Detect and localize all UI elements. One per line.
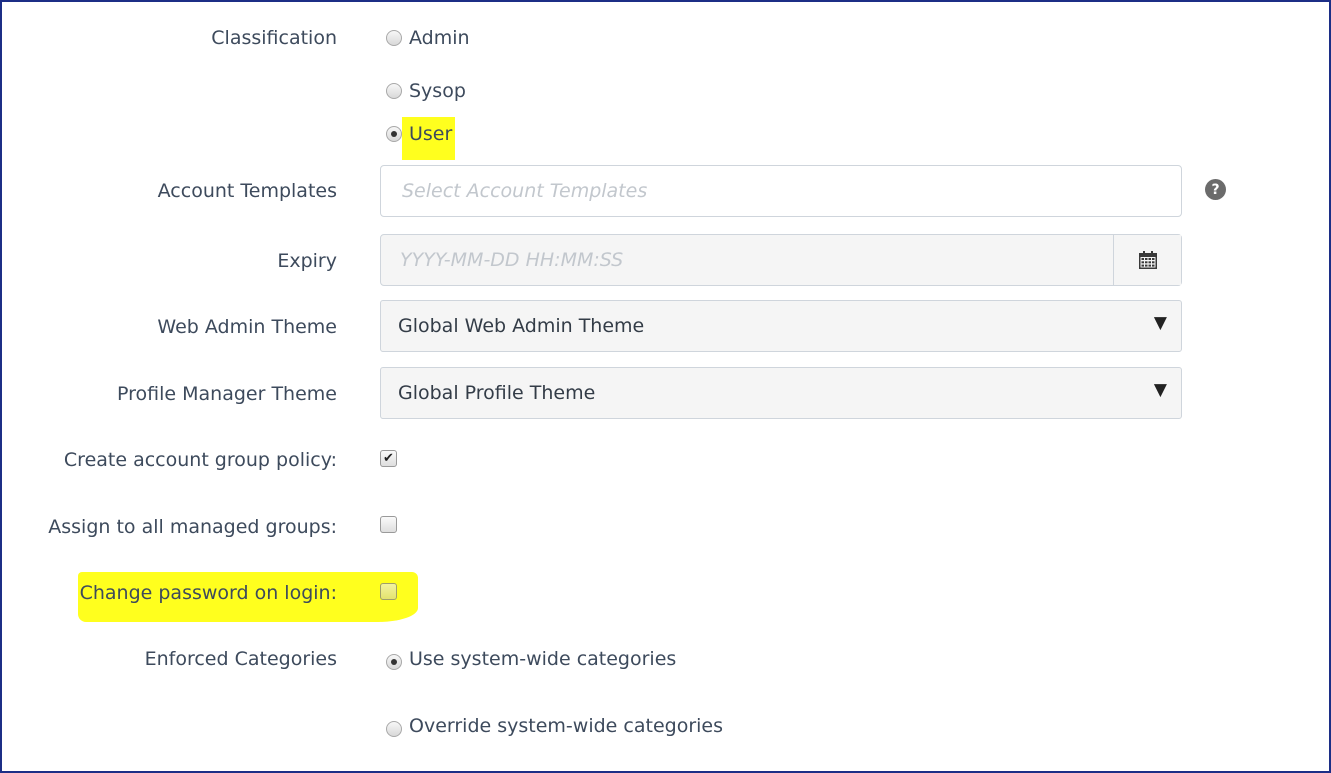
radio-override-system-wide[interactable]: Override system-wide categories — [386, 714, 723, 738]
calendar-button[interactable] — [1113, 235, 1181, 285]
account-templates-label: Account Templates — [157, 180, 337, 202]
expiry-input[interactable]: YYYY-MM-DD HH:MM:SS — [380, 234, 1182, 286]
account-templates-input[interactable]: Select Account Templates — [380, 165, 1182, 217]
radio-override-system-wide-button[interactable] — [386, 721, 402, 737]
profile-manager-theme-label: Profile Manager Theme — [117, 383, 337, 405]
radio-user[interactable]: User — [386, 122, 452, 146]
radio-admin-label: Admin — [409, 27, 470, 49]
web-admin-theme-select[interactable]: Global Web Admin Theme ▼ — [380, 300, 1182, 352]
create-account-group-policy-checkbox[interactable]: ✔ — [380, 450, 397, 467]
expiry-label: Expiry — [277, 250, 337, 272]
change-password-on-login-label: Change password on login: — [79, 582, 337, 604]
radio-admin-button[interactable] — [386, 30, 402, 46]
profile-manager-theme-value: Global Profile Theme — [398, 382, 596, 404]
expiry-placeholder: YYYY-MM-DD HH:MM:SS — [400, 249, 624, 271]
assign-to-all-managed-groups-label: Assign to all managed groups: — [48, 516, 337, 538]
change-password-on-login-checkbox[interactable] — [380, 583, 397, 600]
enforced-categories-label: Enforced Categories — [144, 648, 337, 670]
question-circle-icon[interactable]: ? — [1205, 179, 1226, 200]
caret-down-icon: ▼ — [1153, 380, 1167, 400]
create-account-group-policy-label: Create account group policy: — [63, 449, 337, 471]
calendar-icon — [1138, 251, 1157, 269]
radio-use-system-wide[interactable]: Use system-wide categories — [386, 647, 676, 671]
form-frame: Classification Admin Sysop User Account … — [0, 0, 1331, 773]
radio-sysop[interactable]: Sysop — [386, 79, 466, 103]
radio-sysop-label: Sysop — [409, 80, 466, 102]
assign-to-all-managed-groups-checkbox[interactable] — [380, 516, 397, 533]
account-templates-placeholder: Select Account Templates — [402, 180, 648, 202]
radio-use-system-wide-label: Use system-wide categories — [409, 648, 677, 670]
web-admin-theme-value: Global Web Admin Theme — [398, 315, 645, 337]
radio-sysop-button[interactable] — [386, 83, 402, 99]
checkmark-icon: ✔ — [383, 451, 394, 466]
caret-down-icon: ▼ — [1153, 313, 1167, 333]
classification-label: Classification — [211, 27, 337, 49]
radio-user-button[interactable] — [386, 126, 402, 142]
radio-admin[interactable]: Admin — [386, 26, 470, 50]
radio-user-label: User — [409, 123, 453, 145]
radio-override-system-wide-label: Override system-wide categories — [409, 715, 723, 737]
web-admin-theme-label: Web Admin Theme — [157, 316, 337, 338]
profile-manager-theme-select[interactable]: Global Profile Theme ▼ — [380, 367, 1182, 419]
radio-use-system-wide-button[interactable] — [386, 654, 402, 670]
